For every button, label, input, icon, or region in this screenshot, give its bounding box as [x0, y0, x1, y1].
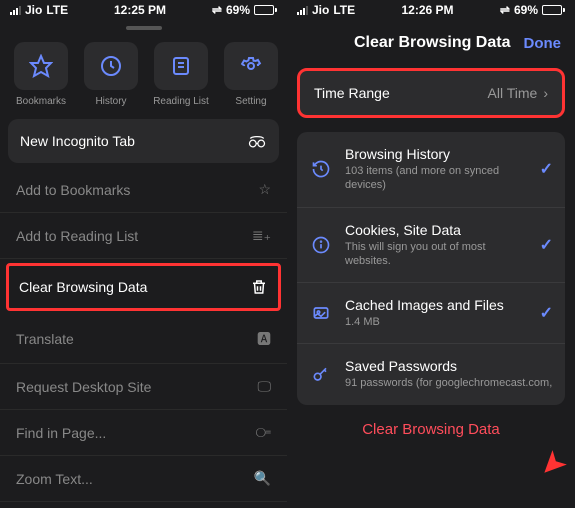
clear-data-screen: Jio LTE 12:26 PM ⇌ 69% Clear Browsing Da… [287, 0, 575, 508]
find-icon: ⧃ [255, 424, 271, 441]
page-title: Clear Browsing Data [341, 34, 524, 52]
battery-label: 69% [514, 3, 538, 17]
add-readinglist-label: Add to Reading List [16, 228, 138, 244]
history-button[interactable]: History [80, 42, 142, 107]
find-label: Find in Page... [16, 425, 106, 441]
translate[interactable]: Translate 🅰 [0, 315, 287, 364]
star-icon: ☆ [258, 181, 271, 198]
status-bar: Jio LTE 12:25 PM ⇌ 69% [0, 0, 287, 20]
passwords-sub: 91 passwords (for googlechromecast.com, [345, 376, 553, 390]
key-icon [309, 365, 333, 385]
request-desktop-site[interactable]: Request Desktop Site 🖵 [0, 364, 287, 410]
incognito-label: New Incognito Tab [20, 133, 135, 149]
settings-label: Setting [235, 96, 266, 107]
history-title: Browsing History [345, 146, 528, 162]
battery-label: 69% [226, 3, 250, 17]
network-label: LTE [333, 3, 355, 17]
battery-icon [542, 5, 565, 15]
desktop-label: Request Desktop Site [16, 379, 151, 395]
battery-icon [254, 5, 277, 15]
clear-browsing-data-button[interactable]: Clear Browsing Data [362, 421, 500, 438]
clear-browsing-data[interactable]: Clear Browsing Data [6, 263, 281, 311]
check-icon: ✓ [540, 235, 553, 255]
cookies-title: Cookies, Site Data [345, 222, 528, 238]
translate-icon: 🅰 [257, 329, 271, 349]
add-to-reading-list[interactable]: Add to Reading List ≣₊ [0, 213, 287, 259]
image-icon [309, 303, 333, 323]
time-range-row[interactable]: Time Range All Time › [297, 68, 565, 118]
magnifier-icon: 🔍 [254, 470, 271, 487]
zoom-text[interactable]: Zoom Text... 🔍 [0, 456, 287, 502]
info-icon [309, 235, 333, 255]
modal-header: Clear Browsing Data Done [287, 20, 575, 62]
new-incognito-tab[interactable]: New Incognito Tab [8, 119, 279, 163]
annotation-arrow: ➤ [531, 442, 575, 488]
passwords-item[interactable]: Saved Passwords 91 passwords (for google… [297, 344, 565, 404]
add-to-bookmarks[interactable]: Add to Bookmarks ☆ [0, 167, 287, 213]
chevron-right-icon: › [543, 85, 548, 101]
car-icon: ⇌ [500, 3, 510, 17]
cache-item[interactable]: Cached Images and Files 1.4 MB ✓ [297, 283, 565, 344]
bookmarks-label: Bookmarks [16, 96, 66, 107]
find-in-page[interactable]: Find in Page... ⧃ [0, 410, 287, 456]
list-add-icon: ≣₊ [252, 227, 271, 244]
cookies-item[interactable]: Cookies, Site Data This will sign you ou… [297, 208, 565, 284]
add-bookmarks-label: Add to Bookmarks [16, 182, 130, 198]
history-icon [309, 159, 333, 179]
cookies-sub: This will sign you out of most websites. [345, 240, 528, 269]
zoom-label: Zoom Text... [16, 471, 93, 487]
history-sub: 103 items (and more on synced devices) [345, 164, 528, 193]
status-bar: Jio LTE 12:26 PM ⇌ 69% [287, 0, 575, 20]
reading-list-label: Reading List [153, 96, 209, 107]
clear-browsing-label: Clear Browsing Data [19, 279, 147, 295]
quick-actions-row: Bookmarks History Reading List Setting [0, 34, 287, 115]
bookmarks-button[interactable]: Bookmarks [10, 42, 72, 107]
check-icon: ✓ [540, 303, 553, 323]
translate-label: Translate [16, 331, 74, 347]
car-icon: ⇌ [212, 3, 222, 17]
trash-icon [250, 278, 268, 296]
monitor-icon: 🖵 [258, 378, 272, 395]
history-label: History [95, 96, 126, 107]
carrier-label: Jio [25, 3, 42, 17]
browsing-history-item[interactable]: Browsing History 103 items (and more on … [297, 132, 565, 208]
signal-icon [297, 6, 308, 15]
settings-button[interactable]: Setting [220, 42, 282, 107]
check-icon: ✓ [540, 159, 553, 179]
time-range-value: All Time [488, 85, 538, 101]
network-label: LTE [46, 3, 68, 17]
clock: 12:26 PM [402, 3, 454, 17]
passwords-title: Saved Passwords [345, 358, 553, 374]
menu-screen: Jio LTE 12:25 PM ⇌ 69% Bookmarks History… [0, 0, 287, 508]
drag-handle[interactable] [126, 26, 162, 30]
done-button[interactable]: Done [524, 35, 562, 52]
time-range-label: Time Range [314, 85, 390, 101]
data-types-list: Browsing History 103 items (and more on … [297, 132, 565, 405]
cache-sub: 1.4 MB [345, 315, 528, 329]
reading-list-button[interactable]: Reading List [150, 42, 212, 107]
signal-icon [10, 6, 21, 15]
cache-title: Cached Images and Files [345, 297, 528, 313]
incognito-icon [247, 133, 267, 149]
carrier-label: Jio [312, 3, 329, 17]
clock: 12:25 PM [114, 3, 166, 17]
